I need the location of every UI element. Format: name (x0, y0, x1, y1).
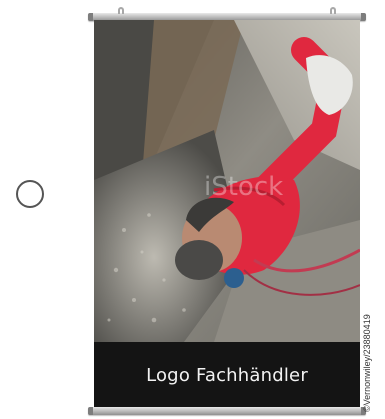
watermark-text: iStock (204, 172, 283, 202)
hanging-hook-left-icon (118, 7, 124, 14)
bottom-snap-rail (88, 407, 366, 415)
select-radio-icon[interactable] (16, 180, 44, 208)
poster-banner: iStock Logo Fachhändler (88, 7, 366, 415)
logo-bar: Logo Fachhändler (94, 342, 360, 408)
image-credit: ©Vernonwiley/23880419 (362, 314, 372, 412)
product-preview: iStock Logo Fachhändler ©Vernonwiley/238… (0, 0, 385, 419)
climber-photo: iStock (94, 20, 360, 342)
dealer-logo-text: Logo Fachhändler (146, 364, 308, 386)
hanging-hook-right-icon (330, 7, 336, 14)
